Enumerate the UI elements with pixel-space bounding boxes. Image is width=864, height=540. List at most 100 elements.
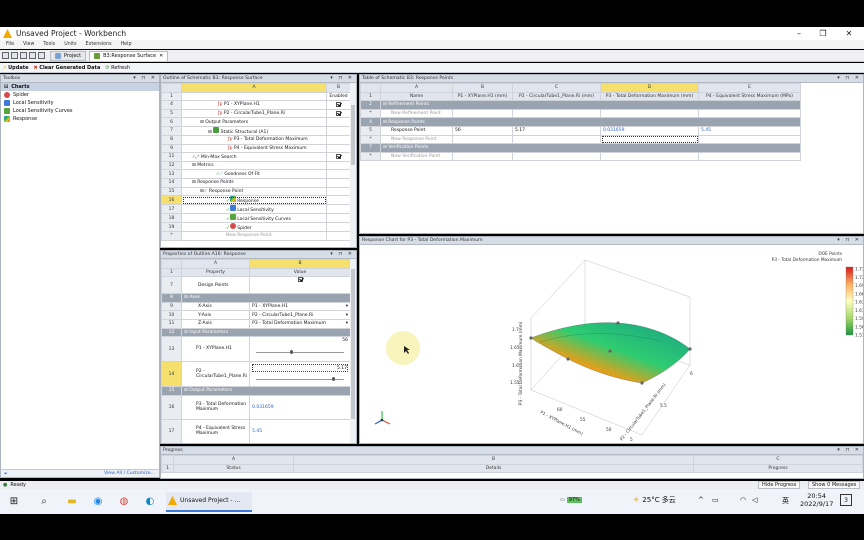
panel-controls-icon[interactable]: ▾ ⊓ ✕: [837, 447, 861, 453]
collapse-icon[interactable]: ⊟: [192, 163, 196, 168]
outline-row[interactable]: 14 ⊟ Response Points: [161, 177, 351, 188]
ime-indicator[interactable]: 英: [782, 496, 789, 506]
collapse-icon[interactable]: ⊟: [184, 388, 188, 393]
app-blue-icon[interactable]: ◉: [88, 492, 108, 512]
panel-controls-icon[interactable]: ▾ ⊓ ✕: [133, 75, 157, 81]
outline-row[interactable]: 13 ✓⟋ Goodness Of Fit: [161, 169, 351, 179]
outline-row[interactable]: 17 ✓ Local Sensitivity: [161, 204, 351, 215]
battery-indicator[interactable]: ▭ 97%: [560, 497, 582, 503]
doe-point[interactable]: [640, 381, 644, 385]
property-row[interactable]: 11 Z-Axis P3 - Total Deformation Maximum ▾: [161, 318, 351, 329]
response-surface[interactable]: [530, 322, 691, 384]
outline-row[interactable]: 19 ✓ Spider: [161, 222, 351, 233]
menu-help[interactable]: Help: [121, 42, 132, 47]
menu-tools[interactable]: Tools: [43, 42, 55, 47]
tray-chevron-icon[interactable]: ^: [698, 496, 704, 504]
outline-row[interactable]: 9 ƒp P4 - Equivalent Stress Maximum: [161, 143, 351, 154]
collapse-icon[interactable]: ⊟: [208, 130, 212, 135]
notification-icon[interactable]: 3: [840, 494, 852, 506]
design-points-checkbox[interactable]: [297, 277, 303, 283]
outline-row[interactable]: 12 ⊟ Metrics: [161, 160, 351, 171]
new-project-icon[interactable]: [2, 52, 9, 59]
chrome-icon[interactable]: ◍: [114, 492, 134, 512]
p2-slider-thumb[interactable]: [332, 377, 336, 382]
dropdown-icon[interactable]: ▾: [346, 304, 348, 309]
menu-view[interactable]: View: [23, 42, 34, 47]
filter-icon[interactable]: ⏷: [4, 471, 8, 477]
property-row-selected[interactable]: 14 P2 - CircularTube1_Plane.Ri 5.17: [161, 361, 351, 388]
response-chart-svg[interactable]: 1.7 1.65 1.6 1.55 P3 - Total Deformation…: [360, 245, 863, 443]
toolbox-item-spider[interactable]: Spider: [1, 91, 159, 99]
import-icon[interactable]: [38, 52, 45, 59]
property-row[interactable]: 13 P1 - XYPlane.H1 56: [161, 336, 351, 363]
volume-icon[interactable]: ◁: [752, 496, 757, 504]
collapse-icon[interactable]: ⊟: [184, 330, 188, 335]
dropdown-icon[interactable]: ▾: [346, 321, 348, 326]
property-row[interactable]: 9 X-Axis P1 - XYPlane.H1 ▾: [161, 301, 351, 312]
outline-row-new[interactable]: * New Response Point: [161, 231, 351, 241]
doe-point[interactable]: [616, 321, 620, 325]
toolbox-item-response[interactable]: Response: [1, 115, 159, 123]
clock[interactable]: 20:54 2022/9/17: [800, 492, 833, 508]
minimize-icon[interactable]: –: [790, 27, 808, 40]
save-icon[interactable]: [20, 52, 27, 59]
y-axis-select[interactable]: P2 - CircularTube1_Plane.Ri: [252, 313, 313, 318]
hide-progress-button[interactable]: Hide Progress: [758, 481, 801, 489]
panel-controls-icon[interactable]: ▾ ⊓ ✕: [330, 251, 354, 257]
p2-value[interactable]: 5.17: [252, 364, 348, 373]
doe-point[interactable]: [688, 347, 692, 351]
outline-row[interactable]: 6 ⊟ Output Parameters: [161, 117, 351, 127]
doe-point[interactable]: [608, 349, 612, 353]
collapse-icon[interactable]: ⊟: [383, 145, 387, 150]
collapse-icon[interactable]: ⊟: [200, 120, 204, 125]
toolbox-item-local-sensitivity-curves[interactable]: Local Sensitivity Curves: [1, 107, 159, 115]
p1-slider-thumb[interactable]: [290, 350, 294, 355]
tab-project[interactable]: Project: [50, 50, 87, 61]
wifi-icon[interactable]: ◠: [740, 496, 746, 504]
outline-row[interactable]: 1 Enabled: [161, 91, 351, 102]
outline-row[interactable]: 11 ✓⤢ Min-Max Search: [161, 152, 351, 162]
p1-slider[interactable]: [256, 352, 344, 354]
outline-row[interactable]: 18 ✓ Local Sensitivity Curves: [161, 213, 351, 224]
collapse-icon[interactable]: ⊟: [383, 102, 387, 107]
outline-row[interactable]: 5 ƒp P2 - CircularTube1_Plane.Ri: [161, 108, 351, 119]
enabled-checkbox[interactable]: [336, 110, 341, 116]
close-icon[interactable]: ✕: [840, 27, 858, 40]
property-row[interactable]: 7 Design Points: [161, 276, 351, 295]
refresh-button[interactable]: ⟳ Refresh: [105, 65, 130, 71]
menu-units[interactable]: Units: [64, 42, 76, 47]
save-as-icon[interactable]: [29, 52, 36, 59]
outline-row[interactable]: 15 ⊟✓ Response Point: [161, 186, 351, 197]
menu-file[interactable]: File: [6, 42, 14, 47]
weather-widget[interactable]: ☀ 25°C 多云: [633, 495, 676, 505]
clear-generated-data-button[interactable]: ✖ Clear Generated Data: [33, 65, 100, 71]
tab-response-surface[interactable]: B3:Response Surface ✕: [89, 50, 169, 61]
collapse-icon[interactable]: ⊟: [383, 120, 387, 125]
property-row[interactable]: 10 Y-Axis P2 - CircularTube1_Plane.Ri ▾: [161, 310, 351, 320]
doe-point[interactable]: [529, 336, 533, 340]
show-messages-button[interactable]: Show 0 Messages: [808, 481, 861, 489]
panel-controls-icon[interactable]: ▾ ⊓ ✕: [837, 237, 861, 243]
outline-row[interactable]: 8 ƒp P3 - Total Deformation Maximum: [161, 134, 351, 145]
outline-row[interactable]: 4 ƒp P1 - XYPlane.H1: [161, 100, 351, 110]
taskbar-workbench-button[interactable]: Unsaved Project - ...: [166, 491, 252, 512]
maximize-icon[interactable]: ❐: [814, 27, 832, 40]
file-explorer-icon[interactable]: ▬: [62, 492, 82, 512]
x-axis-select[interactable]: P1 - XYPlane.H1: [252, 304, 288, 309]
outline-scrollbar[interactable]: [350, 83, 356, 247]
dropdown-icon[interactable]: ▾: [346, 313, 348, 318]
outline-row[interactable]: 7 ⊟ Static Structural (A1): [161, 125, 351, 136]
edge-icon[interactable]: ◐: [140, 492, 160, 512]
p1-value[interactable]: 56: [252, 338, 348, 343]
p2-slider[interactable]: [256, 379, 344, 381]
windows-start-icon[interactable]: ⊞: [4, 492, 24, 512]
update-button[interactable]: ⚡ Update: [3, 65, 28, 71]
view-all-link[interactable]: View All / Customize...: [104, 471, 155, 476]
outline-row-selected[interactable]: 16 ✓ Response: [161, 195, 351, 206]
open-icon[interactable]: [11, 52, 18, 59]
z-axis-select[interactable]: P3 - Total Deformation Maximum: [252, 321, 326, 326]
property-row[interactable]: 17 P4 - Equivalent Stress Maximum 5.45: [161, 418, 351, 443]
table-row-new[interactable]: * New Refinement Point: [360, 108, 801, 119]
properties-scrollbar[interactable]: [350, 259, 356, 443]
doe-point[interactable]: [566, 357, 570, 361]
